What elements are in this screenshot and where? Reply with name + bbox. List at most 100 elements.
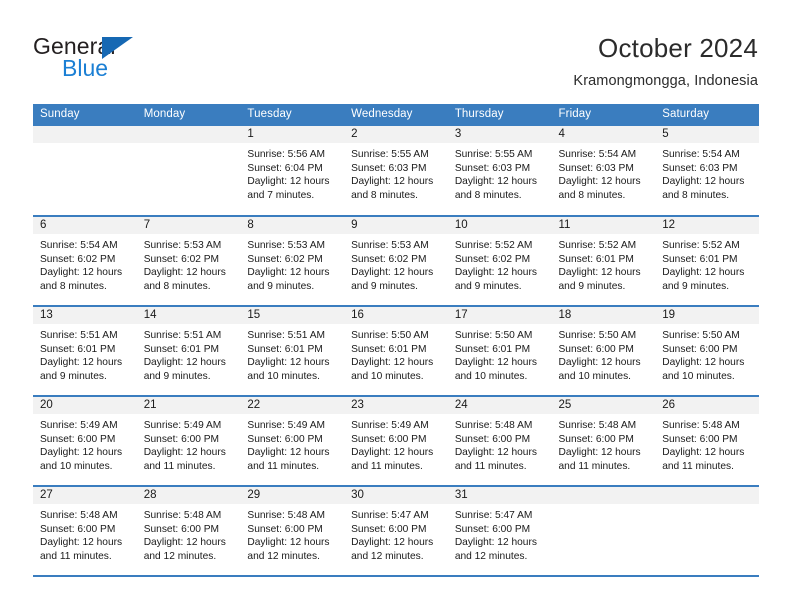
calendar-day-cell[interactable]: 9 Sunrise: 5:53 AM Sunset: 6:02 PM Daylight…	[344, 216, 448, 307]
calendar-day-cell[interactable]: 23 Sunrise: 5:49 AM Sunset: 6:00 PM Dayligh…	[344, 396, 448, 487]
sunset-time: Sunset: 6:01 PM	[558, 253, 634, 265]
daylight-duration-line1: Daylight: 12 hours	[351, 447, 434, 459]
sunrise-time: Sunrise: 5:50 AM	[558, 330, 637, 341]
calendar-day-cell[interactable]: 5 Sunrise: 5:54 AM Sunset: 6:03 PM Daylight…	[655, 126, 759, 217]
calendar-day-cell[interactable]: 27 Sunrise: 5:48 AM Sunset: 6:00 PM Dayligh…	[33, 486, 137, 577]
day-number: 25	[551, 397, 656, 414]
calendar-day-cell[interactable]: 2 Sunrise: 5:55 AM Sunset: 6:03 PM Daylight…	[344, 126, 448, 217]
day-cell-inner: 4 Sunrise: 5:54 AM Sunset: 6:03 PM Daylight…	[551, 126, 656, 215]
day-cell-details: Sunrise: 5:48 AM Sunset: 6:00 PM Daylight:…	[655, 414, 759, 473]
sunrise-time: Sunrise: 5:56 AM	[247, 149, 325, 160]
daylight-duration-line1: Daylight: 12 hours	[40, 537, 123, 549]
daylight-duration-line1: Daylight: 12 hours	[40, 447, 123, 459]
calendar-day-cell[interactable]: 11 Sunrise: 5:52 AM Sunset: 6:01 PM Dayligh…	[551, 216, 656, 307]
daylight-duration-line2: and 10 minutes.	[247, 370, 320, 382]
day-number: 23	[344, 397, 448, 414]
calendar-day-cell[interactable]: 26 Sunrise: 5:48 AM Sunset: 6:00 PM Dayligh…	[655, 396, 759, 487]
calendar-day-cell[interactable]: 10 Sunrise: 5:52 AM Sunset: 6:02 PM Dayligh…	[447, 216, 552, 307]
day-number: 29	[240, 487, 345, 504]
day-cell-details: Sunrise: 5:51 AM Sunset: 6:01 PM Daylight:…	[240, 324, 344, 383]
day-number: 6	[33, 217, 137, 234]
day-cell-details: Sunrise: 5:52 AM Sunset: 6:01 PM Daylight:…	[655, 234, 759, 293]
day-cell-details: Sunrise: 5:50 AM Sunset: 6:01 PM Daylight:…	[448, 324, 552, 383]
weekday-header-thursday: Thursday	[447, 104, 552, 126]
calendar-day-cell[interactable]: 18 Sunrise: 5:50 AM Sunset: 6:00 PM Dayligh…	[551, 306, 656, 397]
daylight-duration-line2: and 9 minutes.	[247, 280, 315, 292]
day-number	[655, 487, 759, 504]
calendar-day-cell[interactable]: 8 Sunrise: 5:53 AM Sunset: 6:02 PM Daylight…	[240, 216, 345, 307]
calendar-day-cell[interactable]: 17 Sunrise: 5:50 AM Sunset: 6:01 PM Dayligh…	[447, 306, 552, 397]
generalblue-logo[interactable]: General Blue	[33, 33, 213, 85]
sunrise-time: Sunrise: 5:54 AM	[662, 149, 740, 160]
day-cell-inner: 31 Sunrise: 5:47 AM Sunset: 6:00 PM Dayligh…	[447, 487, 552, 575]
day-cell-inner: 20 Sunrise: 5:49 AM Sunset: 6:00 PM Dayligh…	[33, 397, 137, 485]
sunset-time: Sunset: 6:00 PM	[662, 343, 738, 355]
daylight-duration-line1: Daylight: 12 hours	[454, 357, 537, 369]
calendar-day-cell-empty	[33, 126, 137, 217]
calendar-day-cell[interactable]: 20 Sunrise: 5:49 AM Sunset: 6:00 PM Dayligh…	[33, 396, 137, 487]
calendar-day-cell[interactable]: 14 Sunrise: 5:51 AM Sunset: 6:01 PM Dayligh…	[136, 306, 241, 397]
day-cell-details: Sunrise: 5:50 AM Sunset: 6:01 PM Daylight:…	[344, 324, 448, 383]
day-number: 11	[551, 217, 656, 234]
calendar-day-cell[interactable]: 7 Sunrise: 5:53 AM Sunset: 6:02 PM Daylight…	[136, 216, 241, 307]
day-cell-inner: 3 Sunrise: 5:55 AM Sunset: 6:03 PM Daylight…	[447, 126, 552, 215]
sunrise-time: Sunrise: 5:49 AM	[247, 420, 325, 431]
calendar-week-row: 27 Sunrise: 5:48 AM Sunset: 6:00 PM Dayligh…	[33, 486, 759, 577]
calendar-day-cell[interactable]: 16 Sunrise: 5:50 AM Sunset: 6:01 PM Dayligh…	[344, 306, 448, 397]
day-cell-inner: 11 Sunrise: 5:52 AM Sunset: 6:01 PM Dayligh…	[551, 217, 656, 305]
day-number: 2	[344, 126, 448, 143]
calendar-day-cell[interactable]: 25 Sunrise: 5:48 AM Sunset: 6:00 PM Dayligh…	[551, 396, 656, 487]
calendar-day-cell-empty	[655, 486, 759, 577]
calendar-day-cell[interactable]: 15 Sunrise: 5:51 AM Sunset: 6:01 PM Dayligh…	[240, 306, 345, 397]
day-cell-details: Sunrise: 5:49 AM Sunset: 6:00 PM Daylight:…	[344, 414, 448, 473]
daylight-duration-line2: and 11 minutes.	[351, 460, 423, 472]
calendar-day-cell[interactable]: 3 Sunrise: 5:55 AM Sunset: 6:03 PM Daylight…	[447, 126, 552, 217]
day-cell-inner	[33, 126, 137, 215]
calendar-day-cell[interactable]: 1 Sunrise: 5:56 AM Sunset: 6:04 PM Daylight…	[240, 126, 345, 217]
calendar-week-row: 13 Sunrise: 5:51 AM Sunset: 6:01 PM Dayligh…	[33, 306, 759, 397]
daylight-duration-line2: and 11 minutes.	[247, 460, 320, 472]
calendar-day-cell[interactable]: 30 Sunrise: 5:47 AM Sunset: 6:00 PM Dayligh…	[344, 486, 448, 577]
daylight-duration-line2: and 7 minutes.	[247, 189, 315, 201]
calendar-week-row: 20 Sunrise: 5:49 AM Sunset: 6:00 PM Dayligh…	[33, 396, 759, 487]
sunset-time: Sunset: 6:02 PM	[454, 253, 531, 265]
sunrise-time: Sunrise: 5:51 AM	[40, 330, 118, 341]
calendar-day-cell[interactable]: 29 Sunrise: 5:48 AM Sunset: 6:00 PM Dayligh…	[240, 486, 345, 577]
calendar-day-cell[interactable]: 24 Sunrise: 5:48 AM Sunset: 6:00 PM Dayligh…	[447, 396, 552, 487]
day-cell-details: Sunrise: 5:52 AM Sunset: 6:02 PM Daylight:…	[448, 234, 552, 293]
daylight-duration-line1: Daylight: 12 hours	[247, 176, 330, 188]
day-cell-details: Sunrise: 5:51 AM Sunset: 6:01 PM Daylight:…	[137, 324, 241, 383]
calendar-day-cell[interactable]: 4 Sunrise: 5:54 AM Sunset: 6:03 PM Daylight…	[551, 126, 656, 217]
calendar-day-cell[interactable]: 21 Sunrise: 5:49 AM Sunset: 6:00 PM Dayligh…	[136, 396, 241, 487]
weekday-header-friday: Friday	[551, 104, 656, 126]
day-cell-details: Sunrise: 5:47 AM Sunset: 6:00 PM Daylight:…	[448, 504, 552, 563]
sunset-time: Sunset: 6:01 PM	[454, 343, 531, 355]
calendar-header-row: Sunday Monday Tuesday Wednesday Thursday…	[33, 104, 759, 126]
calendar-day-cell[interactable]: 12 Sunrise: 5:52 AM Sunset: 6:01 PM Dayligh…	[655, 216, 759, 307]
calendar-day-cell[interactable]: 13 Sunrise: 5:51 AM Sunset: 6:01 PM Dayligh…	[33, 306, 137, 397]
day-cell-details: Sunrise: 5:55 AM Sunset: 6:03 PM Daylight:…	[448, 143, 552, 202]
calendar-day-cell[interactable]: 31 Sunrise: 5:47 AM Sunset: 6:00 PM Dayligh…	[447, 486, 552, 577]
daylight-duration-line1: Daylight: 12 hours	[454, 267, 537, 279]
sunset-time: Sunset: 6:01 PM	[351, 343, 427, 355]
daylight-duration-line1: Daylight: 12 hours	[662, 176, 745, 188]
sunset-time: Sunset: 6:01 PM	[40, 343, 116, 355]
calendar-day-cell[interactable]: 6 Sunrise: 5:54 AM Sunset: 6:02 PM Daylight…	[33, 216, 137, 307]
calendar-day-cell[interactable]: 19 Sunrise: 5:50 AM Sunset: 6:00 PM Dayligh…	[655, 306, 759, 397]
calendar-day-cell[interactable]: 28 Sunrise: 5:48 AM Sunset: 6:00 PM Dayligh…	[136, 486, 241, 577]
weekday-header-monday: Monday	[136, 104, 241, 126]
day-cell-details: Sunrise: 5:48 AM Sunset: 6:00 PM Daylight:…	[33, 504, 137, 563]
daylight-duration-line2: and 9 minutes.	[558, 280, 626, 292]
calendar-day-cell[interactable]: 22 Sunrise: 5:49 AM Sunset: 6:00 PM Dayligh…	[240, 396, 345, 487]
day-number: 10	[447, 217, 552, 234]
daylight-duration-line1: Daylight: 12 hours	[351, 176, 434, 188]
day-number: 18	[551, 307, 656, 324]
sunset-time: Sunset: 6:00 PM	[351, 523, 427, 535]
day-number: 7	[136, 217, 241, 234]
daylight-duration-line2: and 8 minutes.	[662, 189, 730, 201]
sunrise-time: Sunrise: 5:55 AM	[351, 149, 429, 160]
sunset-time: Sunset: 6:00 PM	[454, 433, 531, 445]
day-cell-details: Sunrise: 5:48 AM Sunset: 6:00 PM Daylight:…	[552, 414, 656, 473]
sunrise-time: Sunrise: 5:52 AM	[662, 240, 740, 251]
day-cell-inner: 13 Sunrise: 5:51 AM Sunset: 6:01 PM Dayligh…	[33, 307, 137, 395]
